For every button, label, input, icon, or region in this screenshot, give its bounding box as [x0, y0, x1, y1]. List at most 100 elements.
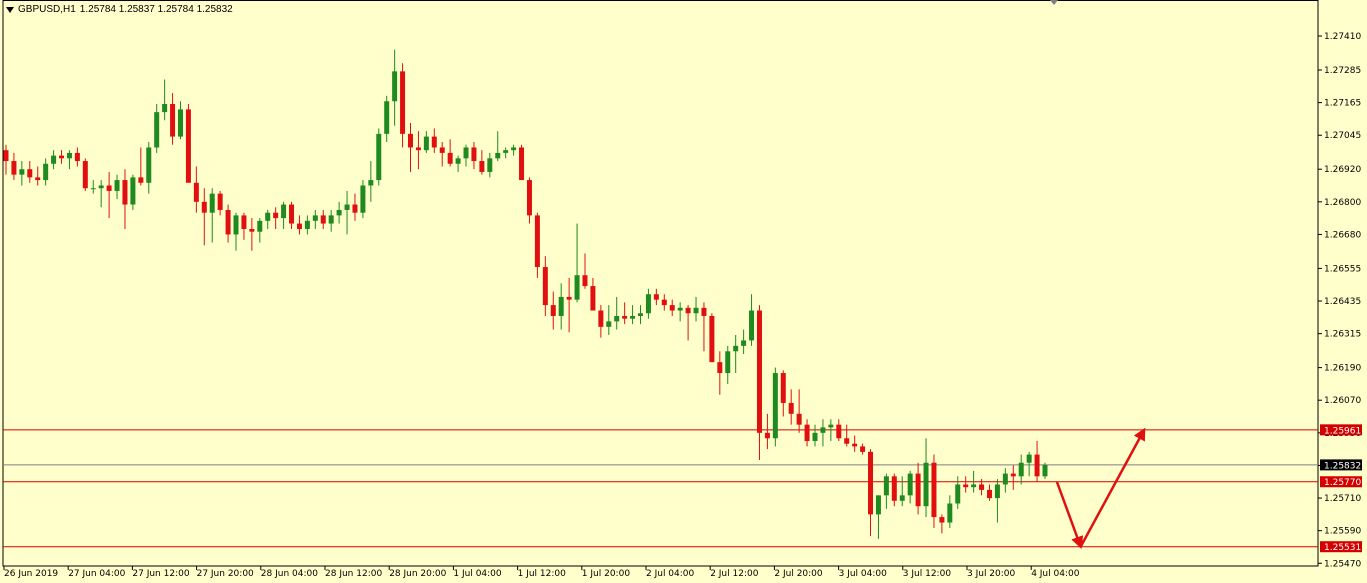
candle-body — [265, 212, 271, 221]
candle — [27, 161, 33, 183]
candle-body — [701, 307, 707, 316]
candle — [146, 142, 152, 194]
candle-body — [384, 101, 390, 134]
candle-body — [177, 109, 183, 137]
candle-body — [526, 180, 532, 216]
candle — [487, 152, 493, 178]
candle-body — [717, 362, 723, 374]
candle — [217, 190, 223, 216]
candle — [249, 218, 255, 251]
candle-body — [947, 503, 953, 523]
y-tick-label: 1.27045 — [1324, 131, 1361, 141]
candle — [669, 299, 675, 316]
candle-body — [439, 147, 445, 153]
candle — [907, 470, 913, 504]
candle-body — [3, 150, 9, 162]
candle — [35, 166, 41, 186]
candle-body — [542, 267, 548, 306]
y-tick-label: 1.26070 — [1324, 396, 1361, 406]
candle — [471, 142, 477, 170]
candle — [844, 424, 850, 447]
candle — [598, 305, 604, 338]
level-price-label: 1.25531 — [1324, 543, 1361, 553]
candle-body — [66, 152, 72, 159]
x-tick-label: 28 Jun 12:00 — [325, 569, 382, 579]
candle — [963, 476, 969, 493]
candle-body — [233, 215, 239, 235]
candle-body — [431, 136, 437, 148]
price-chart[interactable]: 1.27410 1.27285 1.27165 1.27045 1.26920 1.268… — [0, 0, 1367, 583]
candle — [265, 209, 271, 229]
candle — [376, 128, 382, 186]
candle-body — [519, 147, 525, 181]
candle — [860, 443, 866, 455]
y-tick-label: 1.27410 — [1324, 32, 1361, 42]
x-tick-label: 3 Jul 04:00 — [839, 569, 888, 579]
candle-body — [415, 147, 421, 151]
candle — [114, 174, 120, 200]
candle-body — [185, 109, 191, 183]
y-tick-label: 1.27165 — [1324, 99, 1361, 109]
candle — [304, 215, 310, 235]
candle-body — [883, 476, 889, 496]
candle-body — [146, 147, 152, 183]
candle-body — [106, 185, 112, 191]
x-tick-label: 26 Jun 2019 — [4, 569, 58, 579]
candle-body — [574, 275, 580, 300]
bid-price-label: 1.25832 — [1324, 461, 1361, 471]
candle — [74, 147, 80, 167]
candle — [542, 256, 548, 316]
candle — [836, 419, 842, 441]
candle-body — [201, 201, 207, 213]
candle-body — [852, 443, 858, 447]
candle — [241, 212, 247, 240]
candle-body — [582, 275, 588, 287]
candle — [431, 128, 437, 153]
candle-body — [487, 158, 493, 172]
candle — [749, 294, 755, 346]
candle-body — [98, 185, 104, 189]
candle — [511, 144, 517, 156]
candle-body — [336, 209, 342, 216]
candle-body — [828, 424, 834, 428]
candle — [201, 188, 207, 246]
x-tick-label: 3 Jul 20:00 — [967, 569, 1016, 579]
candle-body — [400, 71, 406, 134]
candle-body — [130, 177, 136, 205]
candle-body — [249, 228, 255, 232]
candle-body — [352, 204, 358, 213]
candle-body — [891, 476, 897, 501]
candle-body — [788, 402, 794, 414]
candle — [439, 142, 445, 167]
candle-body — [368, 180, 374, 186]
candle-body — [447, 152, 453, 164]
candle — [677, 302, 683, 322]
candle — [368, 161, 374, 202]
candle — [455, 155, 461, 172]
candle-body — [844, 438, 850, 444]
candle-body — [677, 307, 683, 311]
candle-body — [90, 188, 96, 190]
candle-body — [1010, 473, 1016, 477]
candle-body — [971, 484, 977, 488]
level-price-label: 1.25961 — [1324, 426, 1361, 436]
candle — [19, 161, 25, 186]
candle-body — [511, 147, 517, 151]
candle-body — [614, 315, 620, 322]
candle-body — [780, 373, 786, 403]
x-tick-label: 1 Jul 12:00 — [518, 569, 567, 579]
candle — [3, 144, 9, 175]
candle — [622, 302, 628, 325]
candle — [130, 174, 136, 210]
candle — [709, 313, 715, 363]
candle — [257, 218, 263, 243]
candle — [296, 215, 302, 235]
x-tick-label: 28 Jun 04:00 — [261, 569, 318, 579]
candle-body — [304, 220, 310, 229]
candle — [955, 476, 961, 509]
candle — [225, 204, 231, 243]
chart-window[interactable]: GBPUSD,H1 1.25784 1.25837 1.25784 1.2583… — [0, 0, 1367, 583]
candle-body — [376, 133, 382, 181]
candle-body — [994, 484, 1000, 499]
candle — [503, 147, 509, 159]
